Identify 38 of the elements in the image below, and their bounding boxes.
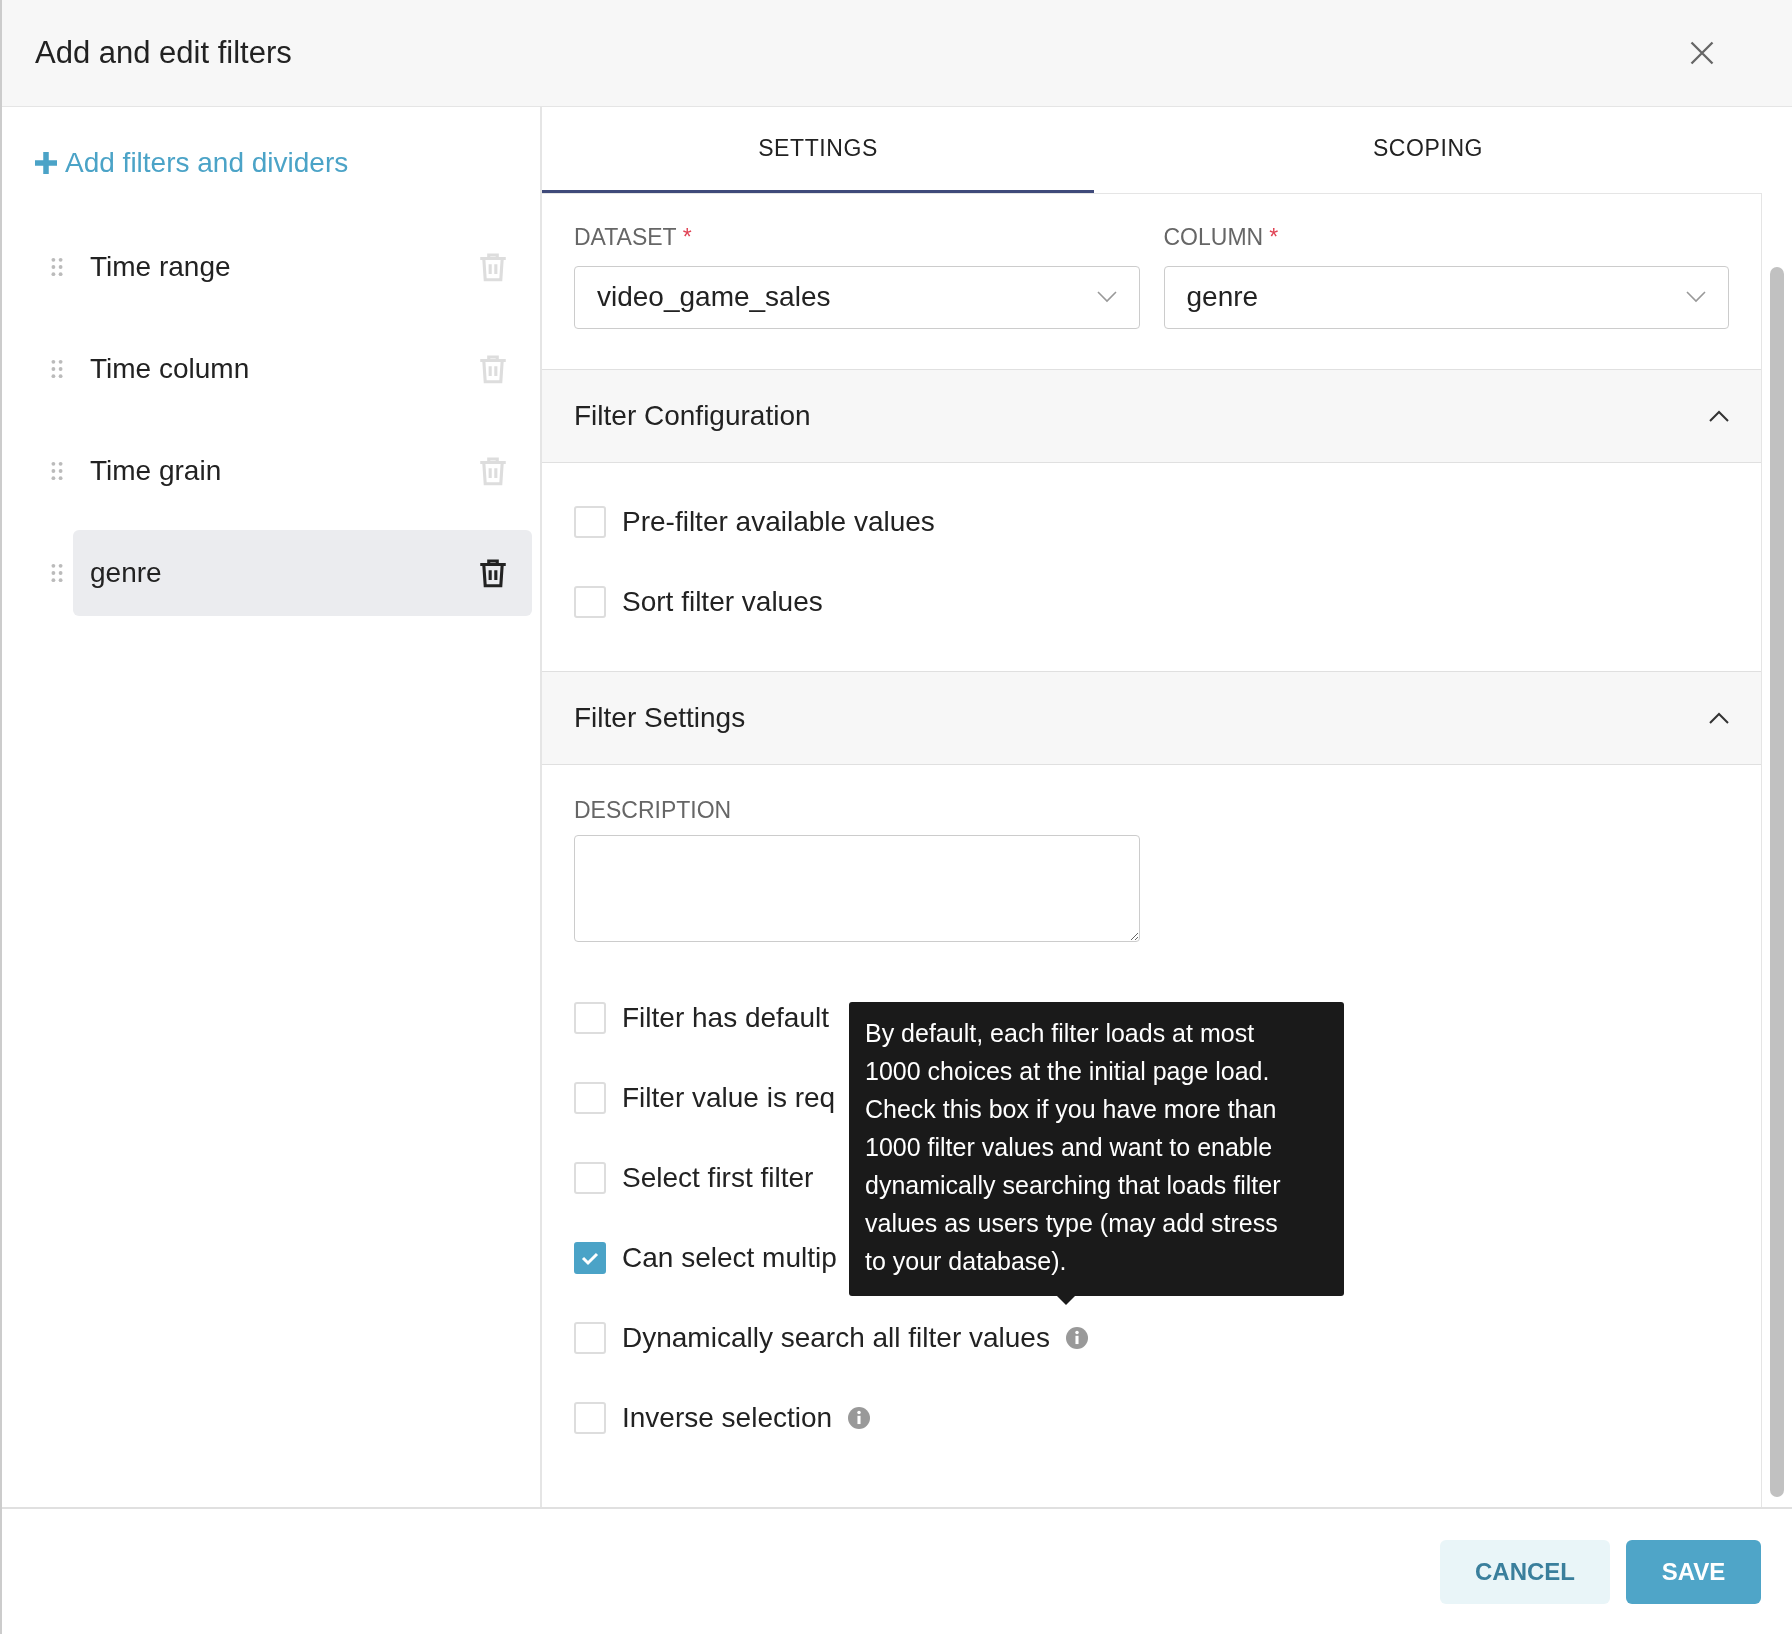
window-title: Add and edit filters xyxy=(35,33,292,72)
select-field[interactable]: genre xyxy=(1163,265,1729,329)
checkbox-label: Filter has default xyxy=(622,1001,829,1035)
plus-icon xyxy=(35,152,57,174)
field-label: DATASET xyxy=(574,223,677,252)
close-icon[interactable] xyxy=(1688,39,1716,67)
tab[interactable]: SCOPING xyxy=(1094,107,1762,193)
checkbox-label: Filter value is req xyxy=(622,1081,836,1115)
chevron-up-icon xyxy=(1709,711,1729,724)
chevron-down-icon xyxy=(1686,291,1706,303)
field-label: DESCRIPTION xyxy=(574,795,733,825)
tooltip-text: By default, each filter loads at most 1000 choices at the initial page load. Check this box if you have more than 1000 filter values and want to enable dynamically searching that loads filter values as users type (may add stress to your database). xyxy=(865,1018,1282,1277)
scrollbar-thumb[interactable] xyxy=(1770,267,1784,1497)
description-field[interactable] xyxy=(574,835,1140,942)
select-field[interactable]: video_game_sales xyxy=(574,265,1140,329)
drag-handle-icon[interactable] xyxy=(51,359,63,379)
checkbox-label: Pre-filter available values xyxy=(622,504,935,539)
info-icon[interactable] xyxy=(848,1407,871,1429)
checkbox-label: Inverse selection xyxy=(622,1401,833,1435)
tab[interactable]: SETTINGS xyxy=(542,107,1094,193)
filter-item[interactable]: genre xyxy=(73,530,532,616)
cancel-button[interactable]: CANCEL xyxy=(1440,1540,1610,1604)
checkbox-label: Select first filter xyxy=(622,1161,814,1195)
required-mark: * xyxy=(1269,223,1279,252)
field-label: COLUMN xyxy=(1163,223,1264,252)
checkbox-label: Dynamically search all filter values xyxy=(622,1321,1050,1355)
section-header[interactable]: Filter Settings xyxy=(542,670,1761,765)
chevron-down-icon xyxy=(1096,291,1117,303)
required-mark: * xyxy=(682,223,692,252)
checkbox[interactable] xyxy=(574,1242,606,1274)
section-header[interactable]: Filter Configuration xyxy=(542,368,1761,463)
drag-handle-icon[interactable] xyxy=(51,461,63,481)
drag-handle-icon[interactable] xyxy=(51,563,63,583)
checkbox-label: Sort filter values xyxy=(622,584,823,619)
checkbox-label: Can select multip xyxy=(622,1241,837,1275)
info-icon[interactable] xyxy=(1065,1327,1088,1349)
chevron-up-icon xyxy=(1709,409,1729,422)
drag-handle-icon[interactable] xyxy=(51,257,63,277)
